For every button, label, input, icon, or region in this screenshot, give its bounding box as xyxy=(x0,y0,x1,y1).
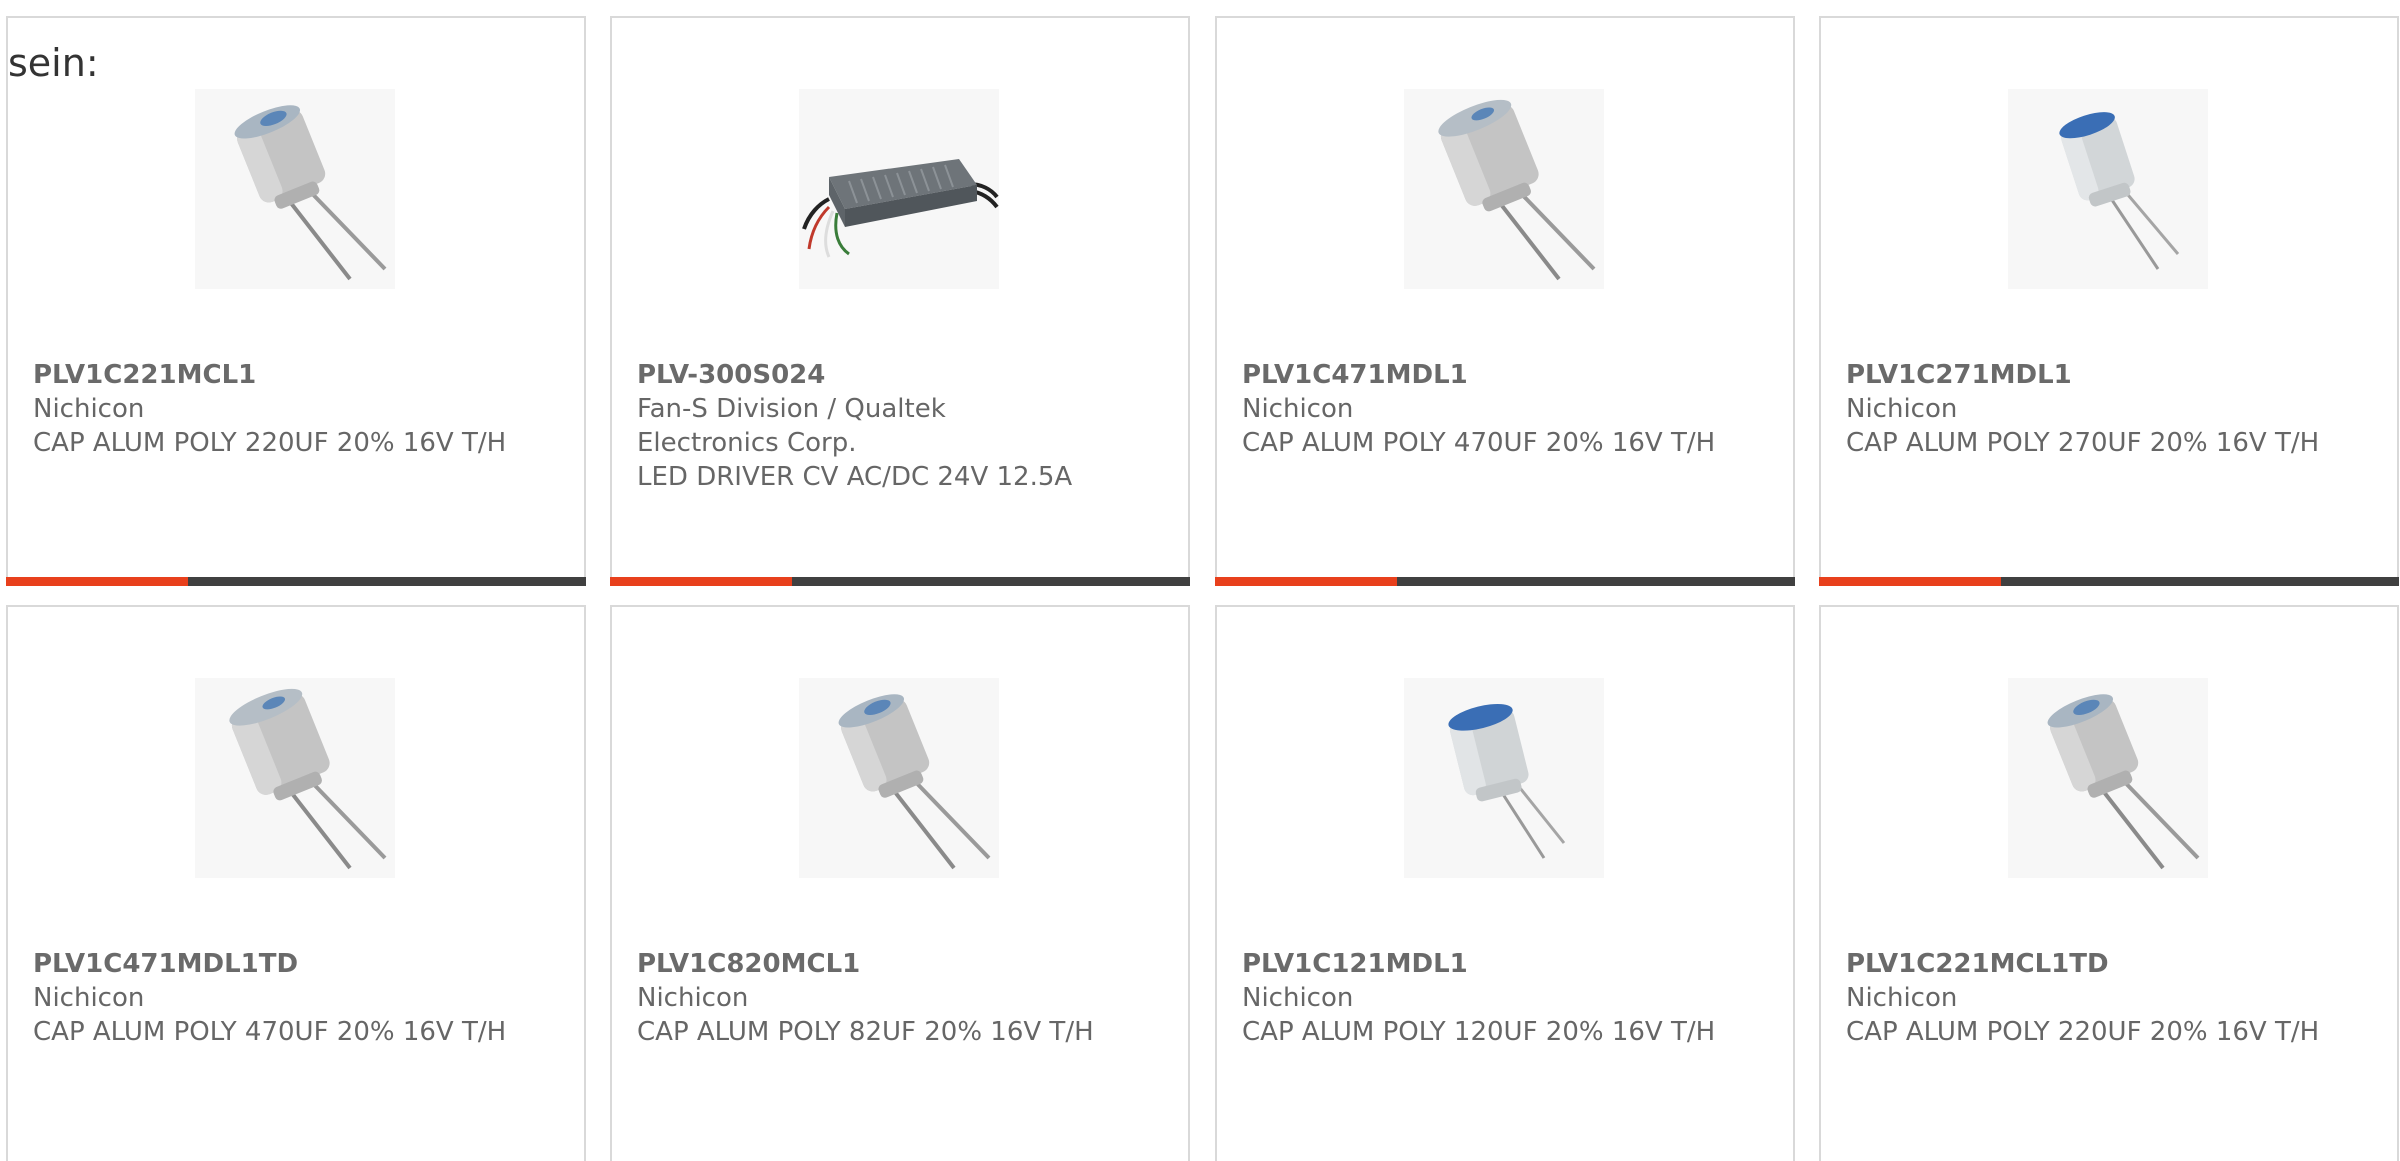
manufacturer: Fan-S Division / Qualtek Electronics Cor… xyxy=(637,394,946,458)
card-footer-bar xyxy=(610,577,1190,586)
capacitor-gray-icon[interactable] xyxy=(2008,678,2208,878)
manufacturer: Nichicon xyxy=(33,983,145,1013)
product-info: PLV1C271MDL1 Nichicon CAP ALUM POLY 270U… xyxy=(1846,358,2376,460)
intro-text: sein: xyxy=(8,41,99,85)
part-number[interactable]: PLV1C221MCL1 xyxy=(33,358,563,392)
product-description: CAP ALUM POLY 120UF 20% 16V T/H xyxy=(1242,1017,1716,1047)
capacitor-gray-icon[interactable] xyxy=(1404,89,1604,289)
product-description: CAP ALUM POLY 220UF 20% 16V T/H xyxy=(33,428,507,458)
capacitor-blue-top-icon[interactable] xyxy=(1404,678,1604,878)
product-card[interactable]: PLV1C121MDL1 Nichicon CAP ALUM POLY 120U… xyxy=(1215,605,1795,1161)
product-info: PLV-300S024 Fan-S Division / Qualtek Ele… xyxy=(637,358,1167,494)
product-info: PLV1C471MDL1TD Nichicon CAP ALUM POLY 47… xyxy=(33,947,563,1049)
capacitor-gray-icon[interactable] xyxy=(195,678,395,878)
product-card[interactable]: PLV1C471MDL1TD Nichicon CAP ALUM POLY 47… xyxy=(6,605,586,1161)
product-card[interactable]: PLV1C471MDL1 Nichicon CAP ALUM POLY 470U… xyxy=(1215,16,1795,586)
card-footer-bar xyxy=(1215,577,1795,586)
part-number[interactable]: PLV1C121MDL1 xyxy=(1242,947,1772,981)
card-accent xyxy=(6,577,188,586)
product-description: CAP ALUM POLY 220UF 20% 16V T/H xyxy=(1846,1017,2320,1047)
product-info: PLV1C471MDL1 Nichicon CAP ALUM POLY 470U… xyxy=(1242,358,1772,460)
manufacturer: Nichicon xyxy=(1242,983,1354,1013)
product-card[interactable]: PLV1C221MCL1TD Nichicon CAP ALUM POLY 22… xyxy=(1819,605,2399,1161)
product-description: CAP ALUM POLY 470UF 20% 16V T/H xyxy=(1242,428,1716,458)
part-number[interactable]: PLV1C471MDL1 xyxy=(1242,358,1772,392)
card-footer-bar xyxy=(6,577,586,586)
product-card[interactable]: PLV1C271MDL1 Nichicon CAP ALUM POLY 270U… xyxy=(1819,16,2399,586)
part-number[interactable]: PLV1C820MCL1 xyxy=(637,947,1167,981)
product-info: PLV1C121MDL1 Nichicon CAP ALUM POLY 120U… xyxy=(1242,947,1772,1049)
card-footer-bar xyxy=(1819,577,2399,586)
product-grid-page: sein: PLV1C221MCL1 Nichicon CAP ALUM POL… xyxy=(0,0,2400,1161)
product-card[interactable]: PLV1C820MCL1 Nichicon CAP ALUM POLY 82UF… xyxy=(610,605,1190,1161)
part-number[interactable]: PLV1C221MCL1TD xyxy=(1846,947,2376,981)
product-description: CAP ALUM POLY 82UF 20% 16V T/H xyxy=(637,1017,1094,1047)
manufacturer: Nichicon xyxy=(1846,983,1958,1013)
capacitor-gray-icon[interactable] xyxy=(799,678,999,878)
product-info: PLV1C221MCL1 Nichicon CAP ALUM POLY 220U… xyxy=(33,358,563,460)
led-driver-icon[interactable] xyxy=(799,89,999,289)
product-description: CAP ALUM POLY 270UF 20% 16V T/H xyxy=(1846,428,2320,458)
product-info: PLV1C221MCL1TD Nichicon CAP ALUM POLY 22… xyxy=(1846,947,2376,1049)
capacitor-blue-top-icon[interactable] xyxy=(2008,89,2208,289)
manufacturer: Nichicon xyxy=(637,983,749,1013)
product-description: CAP ALUM POLY 470UF 20% 16V T/H xyxy=(33,1017,507,1047)
part-number[interactable]: PLV-300S024 xyxy=(637,358,1167,392)
manufacturer: Nichicon xyxy=(33,394,145,424)
manufacturer: Nichicon xyxy=(1242,394,1354,424)
product-card[interactable]: PLV1C221MCL1 Nichicon CAP ALUM POLY 220U… xyxy=(6,16,586,586)
part-number[interactable]: PLV1C271MDL1 xyxy=(1846,358,2376,392)
part-number[interactable]: PLV1C471MDL1TD xyxy=(33,947,563,981)
capacitor-gray-icon[interactable] xyxy=(195,89,395,289)
card-accent xyxy=(1215,577,1397,586)
product-info: PLV1C820MCL1 Nichicon CAP ALUM POLY 82UF… xyxy=(637,947,1167,1049)
card-accent xyxy=(610,577,792,586)
product-card[interactable]: PLV-300S024 Fan-S Division / Qualtek Ele… xyxy=(610,16,1190,586)
card-accent xyxy=(1819,577,2001,586)
product-description: LED DRIVER CV AC/DC 24V 12.5A xyxy=(637,462,1073,492)
manufacturer: Nichicon xyxy=(1846,394,1958,424)
